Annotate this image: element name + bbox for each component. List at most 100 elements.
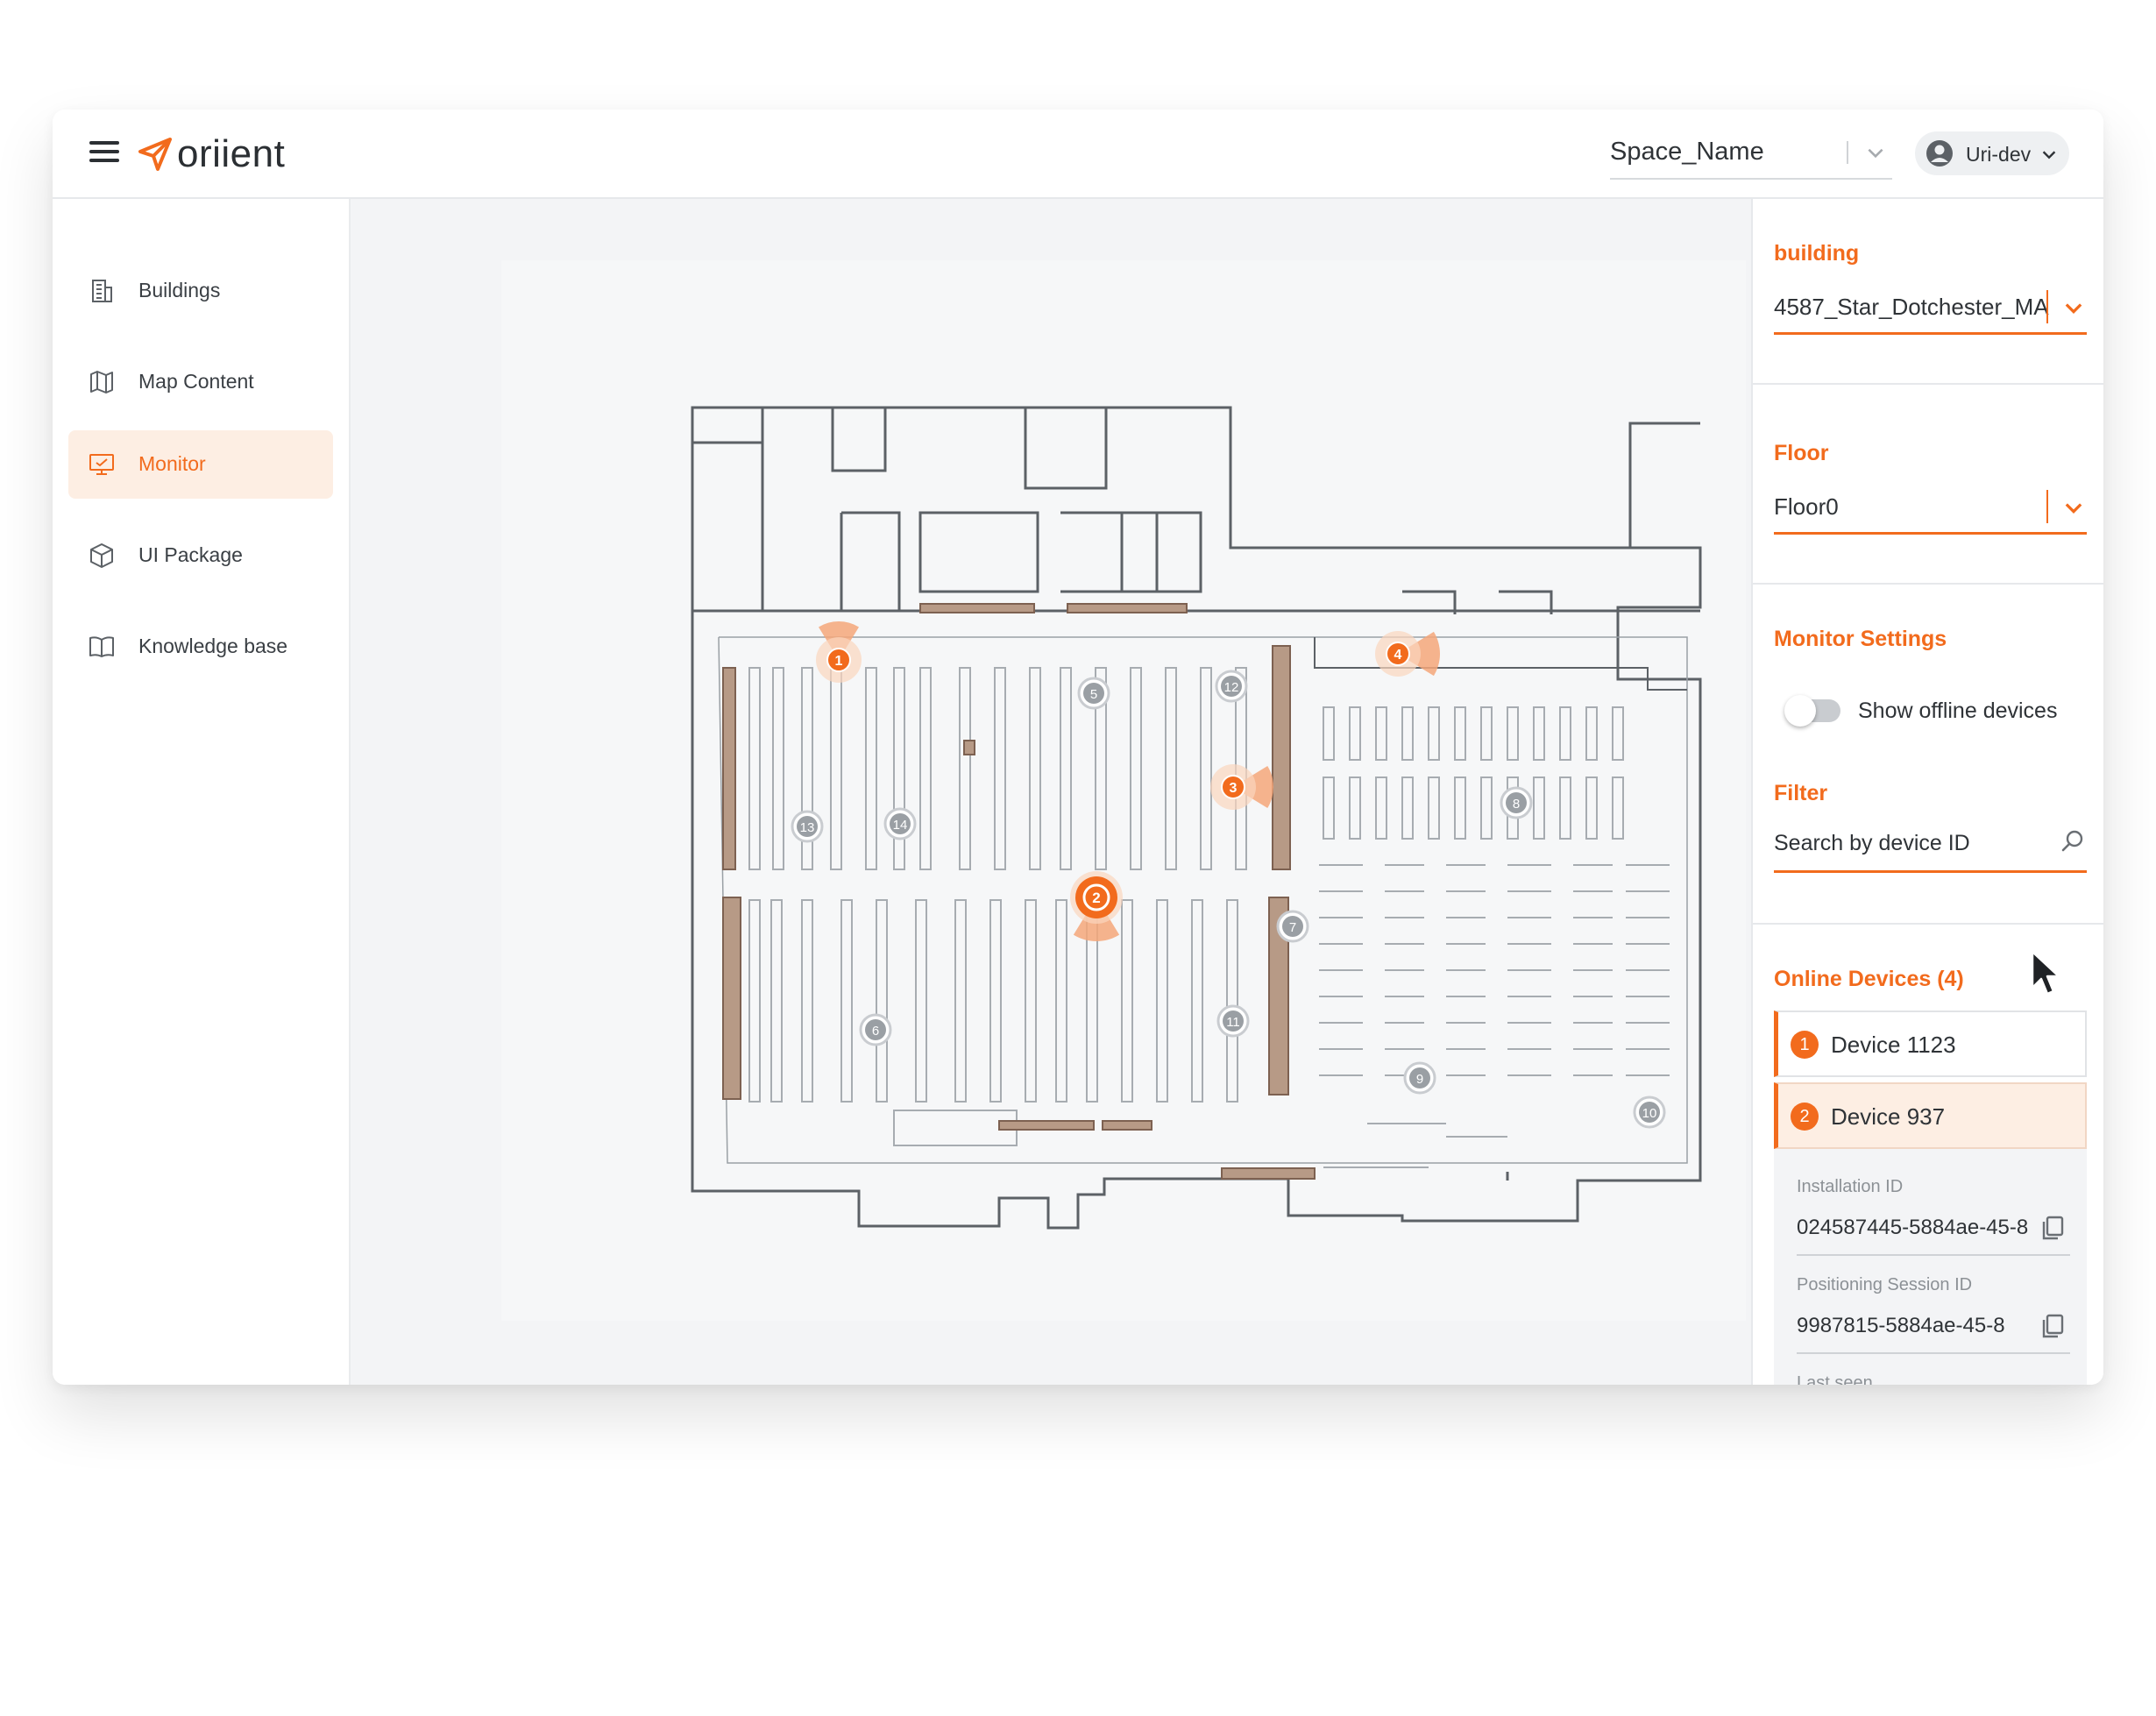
building-select-value: 4587_Star_Dotchester_MA [1774, 294, 2049, 320]
monitor-settings-title: Monitor Settings [1774, 627, 1947, 651]
device-search-input[interactable] [1774, 828, 2037, 858]
paper-plane-icon [138, 138, 172, 171]
inactive-device-marker[interactable]: 6 [859, 1013, 892, 1046]
marker-number: 10 [1642, 1106, 1657, 1121]
chevron-down-icon [2042, 151, 2056, 160]
sidebar-item-label: Map Content [138, 370, 254, 393]
positioning-session-value: 9987815-5884ae-45-8 [1797, 1314, 2005, 1337]
marker-number: 6 [872, 1024, 879, 1039]
active-device-marker[interactable]: 3 [1210, 764, 1274, 810]
show-offline-toggle[interactable] [1784, 695, 1840, 727]
installation-id-label: Installation ID [1797, 1177, 1904, 1196]
positioning-session-label: Positioning Session ID [1797, 1275, 1973, 1294]
marker-number: 12 [1224, 680, 1239, 695]
inactive-device-marker[interactable]: 11 [1216, 1004, 1250, 1038]
marker-number: 8 [1513, 797, 1520, 812]
sidebar-item-ui-package[interactable]: UI Package [68, 521, 333, 590]
selected-device-marker[interactable]: 2 [1070, 871, 1123, 941]
user-menu[interactable]: Uri-dev [1915, 131, 2069, 175]
monitor-icon [89, 454, 114, 475]
positioning-session-field: 9987815-5884ae-45-8 [1797, 1303, 2070, 1354]
sidebar-item-map-content[interactable]: Map Content [68, 348, 333, 416]
sidebar-item-label: Knowledge base [138, 635, 288, 657]
mouse-cursor-icon [2031, 950, 2060, 996]
device-badge: 2 [1791, 1103, 1819, 1131]
map-icon [90, 371, 113, 394]
sidebar-item-label: Monitor [138, 452, 206, 475]
inactive-device-marker[interactable]: 9 [1403, 1061, 1436, 1095]
building-select[interactable]: 4587_Star_Dotchester_MA [1774, 278, 2087, 335]
inactive-device-marker[interactable]: 12 [1215, 670, 1248, 703]
device-details: Installation ID 024587445-5884ae-45-8 Po… [1774, 1149, 2087, 1385]
marker-number: 5 [1090, 687, 1097, 702]
floor-select-value: Floor0 [1774, 493, 1839, 520]
floor-title: Floor [1774, 441, 1829, 465]
inactive-device-marker[interactable]: 10 [1633, 1096, 1666, 1129]
marker-number: 14 [893, 818, 908, 833]
chevron-down-icon [1868, 148, 1883, 159]
panel-divider [1753, 923, 2103, 925]
device-badge: 1 [1791, 1031, 1819, 1059]
marker-number: 2 [1092, 890, 1100, 906]
show-offline-label: Show offline devices [1858, 698, 2058, 723]
copy-icon[interactable] [2039, 1214, 2067, 1242]
sidebar: Buildings Map Content Monitor UI Package [53, 199, 351, 1385]
installation-id-value: 024587445-5884ae-45-8 [1797, 1216, 2029, 1239]
select-separator [1847, 141, 1848, 164]
chevron-down-icon [2065, 303, 2082, 314]
inactive-device-marker[interactable]: 5 [1077, 677, 1110, 710]
select-separator [2046, 490, 2048, 523]
sidebar-item-buildings[interactable]: Buildings [68, 257, 333, 325]
online-devices-title: Online Devices (4) [1774, 967, 1964, 991]
installation-id-field: 024587445-5884ae-45-8 [1797, 1205, 2070, 1256]
marker-number: 9 [1416, 1072, 1423, 1087]
device-list-item[interactable]: 1 Device 1123 [1774, 1010, 2087, 1077]
brand-name: oriient [177, 132, 286, 175]
inactive-device-marker[interactable]: 14 [883, 807, 917, 840]
building-title: building [1774, 241, 1860, 266]
book-icon [89, 636, 114, 657]
search-icon[interactable] [2060, 828, 2086, 854]
toggle-knob [1784, 695, 1816, 727]
panel-divider [1753, 583, 2103, 585]
device-name: Device 937 [1831, 1103, 1946, 1130]
device-name: Device 1123 [1831, 1032, 1956, 1058]
copy-icon[interactable] [2039, 1312, 2067, 1340]
last-seen-label: Last seen [1797, 1373, 1873, 1385]
device-list-item-selected[interactable]: 2 Device 937 [1774, 1082, 2087, 1149]
active-device-marker[interactable]: 4 [1375, 631, 1440, 677]
marker-number: 11 [1226, 1015, 1240, 1030]
map-canvas[interactable]: 5 6 7 8 9 10 11 12 13 14 1 2 3 4 [351, 199, 2049, 1385]
device-search-field [1774, 816, 2087, 873]
monitor-panel: building 4587_Star_Dotchester_MA Floor F… [1751, 199, 2103, 1385]
top-bar: oriient Space_Name Uri-dev [53, 110, 2103, 199]
menu-icon[interactable] [89, 139, 119, 164]
select-separator [2046, 290, 2048, 323]
active-device-marker[interactable]: 1 [816, 621, 862, 683]
building-icon [92, 280, 112, 302]
space-select-value: Space_Name [1610, 138, 1764, 166]
marker-number: 13 [800, 820, 815, 835]
filter-title: Filter [1774, 781, 1828, 805]
sidebar-item-knowledge-base[interactable]: Knowledge base [68, 613, 333, 681]
sidebar-item-monitor[interactable]: Monitor [68, 430, 333, 499]
app-window: oriient Space_Name Uri-dev Buildings Map… [53, 110, 2103, 1385]
space-select[interactable]: Space_Name [1610, 132, 1892, 180]
panel-divider [1753, 383, 2103, 385]
user-name: Uri-dev [1966, 143, 2032, 166]
package-icon [90, 543, 113, 568]
floor-plan-map[interactable]: 5678910111213 141234 [351, 199, 1751, 1385]
chevron-down-icon [2065, 503, 2082, 514]
marker-number: 3 [1230, 781, 1238, 796]
marker-number: 4 [1394, 648, 1402, 663]
brand-logo: oriient [137, 132, 285, 176]
inactive-device-marker[interactable]: 8 [1500, 786, 1533, 819]
marker-number: 7 [1289, 920, 1296, 935]
marker-number: 1 [835, 654, 843, 669]
user-avatar-icon [1926, 140, 1953, 167]
floor-select[interactable]: Floor0 [1774, 478, 2087, 535]
inactive-device-marker[interactable]: 7 [1276, 910, 1309, 943]
inactive-device-marker[interactable]: 13 [791, 810, 824, 843]
sidebar-item-label: UI Package [138, 543, 243, 566]
sidebar-item-label: Buildings [138, 279, 221, 301]
